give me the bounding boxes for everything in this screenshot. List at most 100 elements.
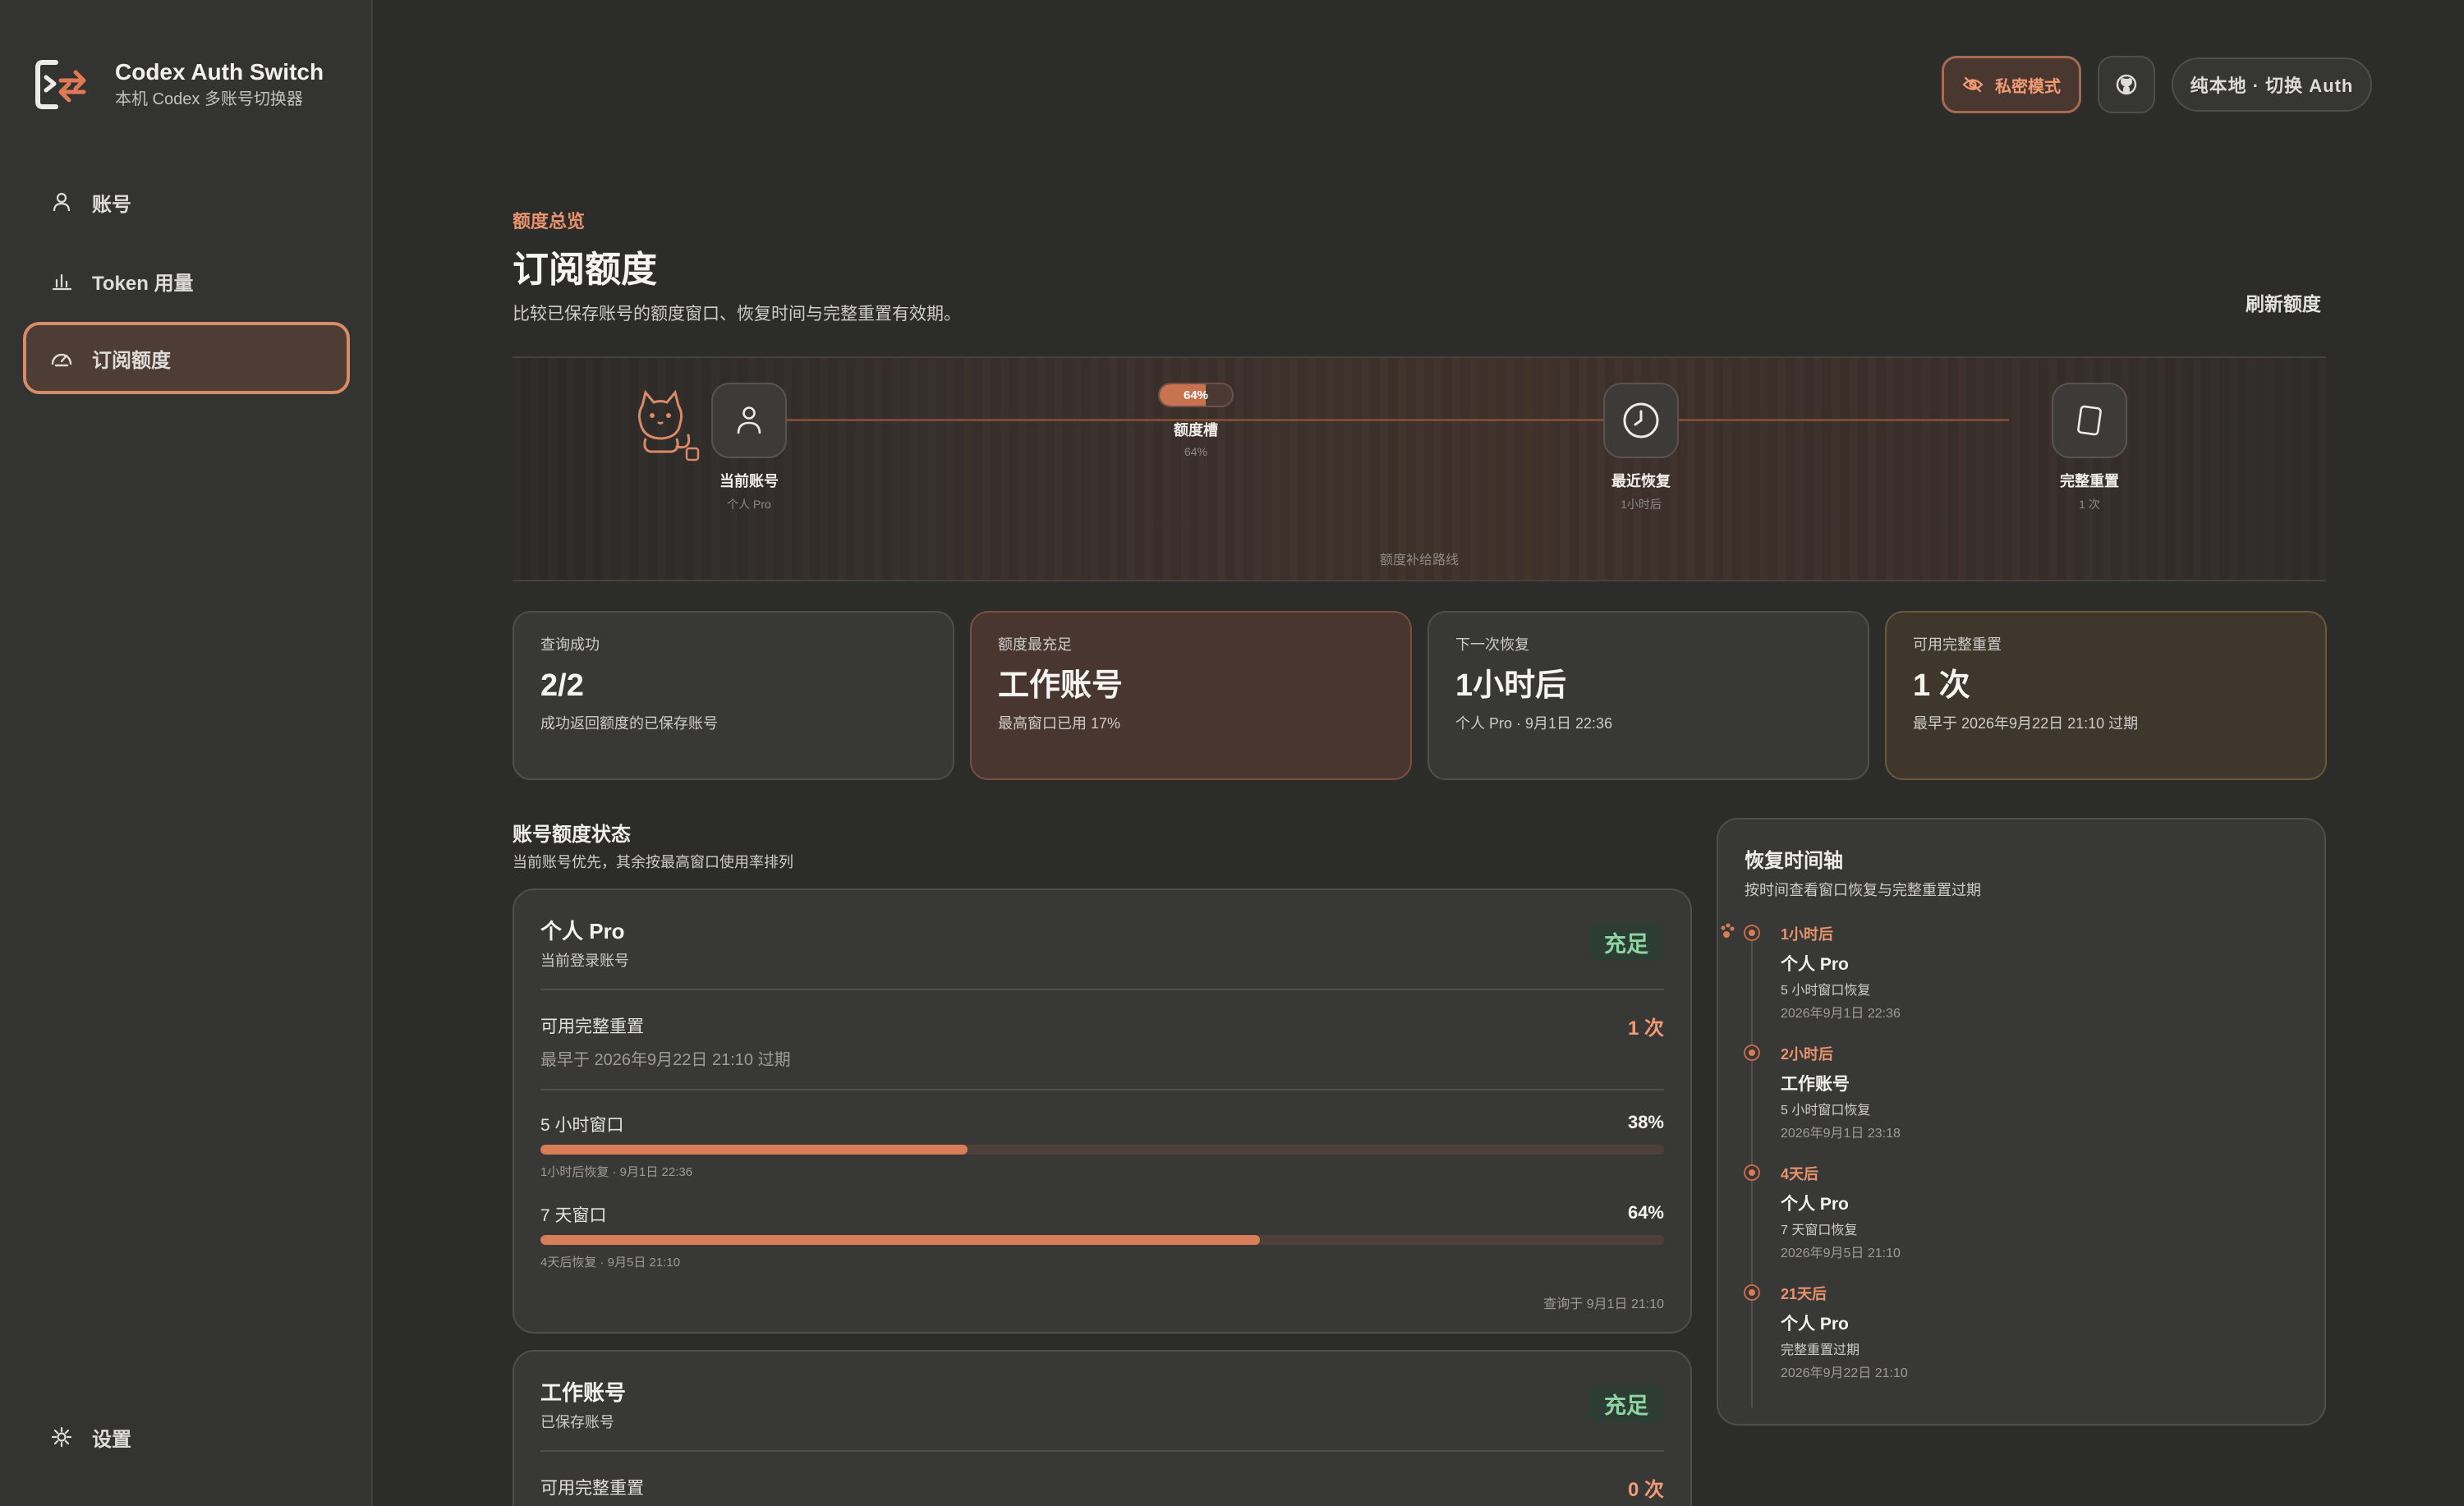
route-label-current-account: 当前账号 — [719, 473, 779, 489]
cat-mascot-icon — [627, 389, 710, 463]
nav-label: 订阅额度 — [92, 349, 171, 372]
stat-card-most-quota: 额度最充足 工作账号 最高窗口已用 17% — [970, 611, 1412, 780]
nav-label: Token 用量 — [92, 272, 194, 295]
nav-item-subscription-quota[interactable]: 订阅额度 — [23, 322, 350, 394]
account-name: 个人 Pro — [540, 919, 625, 944]
status-badge: 充足 — [1588, 1384, 1664, 1422]
app-title: Codex Auth Switch — [115, 59, 324, 85]
route-sub-quota-slot: 64% — [1184, 445, 1208, 458]
local-mode-pill: 纯本地 · 切换 Auth — [2172, 57, 2372, 112]
private-mode-label: 私密模式 — [1995, 77, 2061, 96]
full-reset-label: 可用完整重置 — [540, 1017, 644, 1036]
account-card-personal-pro[interactable]: 个人 Pro 当前登录账号 充足 可用完整重置 1 次 最早于 2026年9月2… — [513, 888, 1692, 1334]
stat-label: 额度最充足 — [998, 636, 1072, 653]
timeline-dot — [1744, 1045, 1760, 1061]
window-recovery: 4天后恢复 · 9月5日 21:10 — [540, 1256, 681, 1270]
route-sub-next-recovery: 1小时后 — [1620, 498, 1662, 511]
accounts-section-subtitle: 当前账号优先，其余按最高窗口使用率排列 — [513, 854, 793, 870]
sidebar: Codex Auth Switch 本机 Codex 多账号切换器 账号 Tok… — [0, 0, 373, 1506]
stat-value: 工作账号 — [998, 668, 1124, 703]
quota-meter: 64% — [1158, 383, 1234, 407]
window-label: 7 天窗口 — [540, 1206, 607, 1225]
timeline-dot — [1744, 1164, 1760, 1181]
refresh-quota-button[interactable]: 刷新额度 — [2218, 282, 2349, 322]
user-icon — [734, 404, 764, 437]
timeline-time: 2026年9月1日 23:18 — [1781, 1127, 1901, 1141]
timeline-dot — [1744, 1284, 1760, 1301]
route-sub-current-account: 个人 Pro — [727, 498, 771, 511]
bar-chart-icon — [49, 269, 74, 293]
gauge-icon — [49, 346, 74, 370]
route-line — [756, 419, 2009, 421]
timeline-subtitle: 按时间查看窗口恢复与完整重置过期 — [1745, 882, 1981, 898]
stat-value: 2/2 — [540, 668, 584, 703]
timeline-account: 个人 Pro — [1781, 955, 1849, 974]
window-progress-bar — [540, 1145, 1664, 1155]
accounts-section-title: 账号额度状态 — [513, 824, 631, 846]
app-logo-icon — [31, 56, 89, 113]
account-subtitle: 已保存账号 — [540, 1414, 614, 1430]
nav-label: 账号 — [92, 193, 131, 216]
clock-icon — [1621, 401, 1661, 440]
private-mode-button[interactable]: 私密模式 — [1942, 56, 2081, 113]
account-subtitle: 当前登录账号 — [540, 953, 629, 969]
nav-item-accounts[interactable]: 账号 — [23, 166, 350, 238]
full-reset-label: 可用完整重置 — [540, 1479, 644, 1498]
recovery-timeline: 恢复时间轴 按时间查看窗口恢复与完整重置过期 1小时后 个人 Pro 5 小时窗… — [1717, 818, 2326, 1426]
nav-label: 设置 — [92, 1428, 131, 1451]
route-sub-full-reset: 1 次 — [2079, 498, 2100, 511]
route-caption: 额度补给路线 — [1379, 553, 1459, 567]
timeline-kind: 5 小时窗口恢复 — [1781, 1104, 1871, 1118]
stat-note: 最高窗口已用 17% — [998, 715, 1121, 732]
queried-at: 查询于 9月1日 21:10 — [1543, 1297, 1664, 1311]
timeline-kind: 5 小时窗口恢复 — [1781, 984, 1871, 998]
nav-item-token-usage[interactable]: Token 用量 — [23, 245, 350, 317]
eye-off-icon — [1962, 76, 1995, 93]
stat-label: 查询成功 — [540, 636, 600, 653]
section-eyebrow: 额度总览 — [513, 211, 586, 232]
timeline-kind: 7 天窗口恢复 — [1781, 1224, 1858, 1237]
stat-value: 1 次 — [1913, 668, 1970, 703]
account-card-work[interactable]: 工作账号 已保存账号 充足 可用完整重置 0 次 — [513, 1350, 1692, 1506]
full-reset-expiry: 最早于 2026年9月22日 21:10 过期 — [540, 1051, 791, 1069]
gear-icon — [49, 1425, 74, 1449]
route-label-quota-slot: 额度槽 — [1174, 422, 1218, 438]
timeline-kind: 完整重置过期 — [1781, 1343, 1860, 1357]
paw-icon — [1718, 921, 1743, 946]
stat-note: 成功返回额度的已保存账号 — [540, 715, 718, 732]
stat-note: 个人 Pro · 9月1日 22:36 — [1455, 715, 1613, 732]
timeline-account: 工作账号 — [1781, 1075, 1850, 1094]
window-progress-fill — [540, 1145, 968, 1155]
page-title: 订阅额度 — [513, 250, 657, 290]
stat-card-query-success: 查询成功 2/2 成功返回额度的已保存账号 — [513, 611, 954, 780]
stat-value: 1小时后 — [1455, 668, 1567, 703]
stat-label: 下一次恢复 — [1455, 636, 1529, 653]
timeline-when: 4天后 — [1781, 1166, 1819, 1182]
status-badge: 充足 — [1588, 923, 1664, 961]
github-icon — [2115, 73, 2138, 96]
window-percent: 38% — [1627, 1112, 1664, 1132]
stat-label: 可用完整重置 — [1913, 636, 2002, 653]
full-reset-count: 0 次 — [1627, 1479, 1664, 1501]
timeline-time: 2026年9月1日 22:36 — [1781, 1007, 1901, 1021]
stat-note: 最早于 2026年9月22日 21:10 过期 — [1913, 715, 2139, 732]
stat-card-full-reset: 可用完整重置 1 次 最早于 2026年9月22日 21:10 过期 — [1885, 611, 2327, 780]
timeline-account: 个人 Pro — [1781, 1195, 1849, 1214]
account-name: 工作账号 — [540, 1380, 627, 1405]
timeline-when: 21天后 — [1781, 1286, 1827, 1302]
timeline-account: 个人 Pro — [1781, 1315, 1849, 1334]
timeline-dot — [1744, 925, 1760, 941]
route-label-full-reset: 完整重置 — [2060, 473, 2119, 489]
timeline-time: 2026年9月22日 21:10 — [1781, 1366, 1908, 1380]
timeline-when: 1小时后 — [1781, 926, 1834, 943]
stat-card-next-recovery: 下一次恢复 1小时后 个人 Pro · 9月1日 22:36 — [1427, 611, 1869, 780]
window-progress-fill — [540, 1235, 1260, 1245]
quota-meter-text: 64% — [1183, 388, 1209, 402]
timeline-when: 2小时后 — [1781, 1046, 1834, 1063]
window-progress-bar — [540, 1235, 1664, 1245]
nav-item-settings[interactable]: 设置 — [23, 1401, 350, 1473]
timeline-title: 恢复时间轴 — [1745, 850, 1843, 872]
user-icon — [49, 190, 74, 214]
github-button[interactable] — [2098, 56, 2155, 113]
timeline-time: 2026年9月5日 21:10 — [1781, 1247, 1901, 1260]
